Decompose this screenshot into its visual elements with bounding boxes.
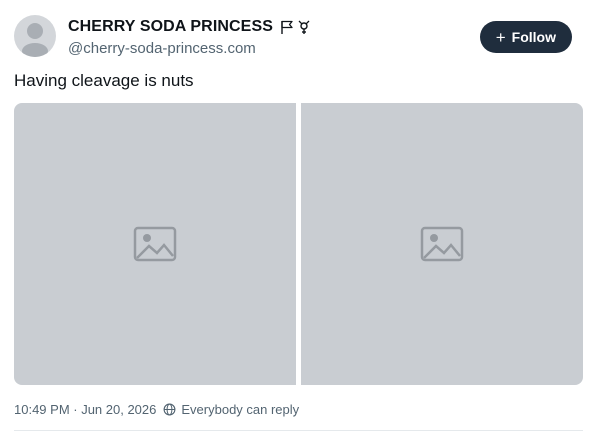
author-names: CHERRY SODA PRINCESS @cherry-soda-prince… <box>68 17 312 57</box>
reply-setting-label: Everybody can reply <box>181 402 300 417</box>
post-media <box>14 103 583 385</box>
divider <box>14 430 583 431</box>
gender-symbol-icon <box>298 20 310 34</box>
post-card: CHERRY SODA PRINCESS @cherry-soda-prince… <box>0 0 590 439</box>
post-image-2[interactable] <box>301 103 583 385</box>
post-text: Having cleavage is nuts <box>14 71 194 90</box>
display-name-row: CHERRY SODA PRINCESS <box>68 17 312 37</box>
avatar[interactable] <box>14 15 56 57</box>
post-header: CHERRY SODA PRINCESS @cherry-soda-prince… <box>14 14 576 60</box>
follow-button[interactable]: + Follow <box>479 21 572 53</box>
name-icons <box>279 19 312 35</box>
globe-icon <box>163 403 176 416</box>
image-placeholder-icon <box>133 226 177 262</box>
display-name[interactable]: CHERRY SODA PRINCESS <box>68 18 273 36</box>
plus-icon: + <box>495 27 506 47</box>
avatar-placeholder-icon <box>22 23 48 57</box>
post-image-1[interactable] <box>14 103 296 385</box>
follow-button-label: Follow <box>511 29 556 45</box>
post-timestamp[interactable]: 10:49 PM · Jun 20, 2026 <box>14 402 156 417</box>
reply-setting: Everybody can reply <box>163 402 299 417</box>
flag-outline-icon <box>281 20 293 34</box>
author-handle[interactable]: @cherry-soda-princess.com <box>68 40 312 57</box>
image-placeholder-icon <box>420 226 464 262</box>
post-meta: 10:49 PM · Jun 20, 2026 Everybody can re… <box>14 402 299 417</box>
